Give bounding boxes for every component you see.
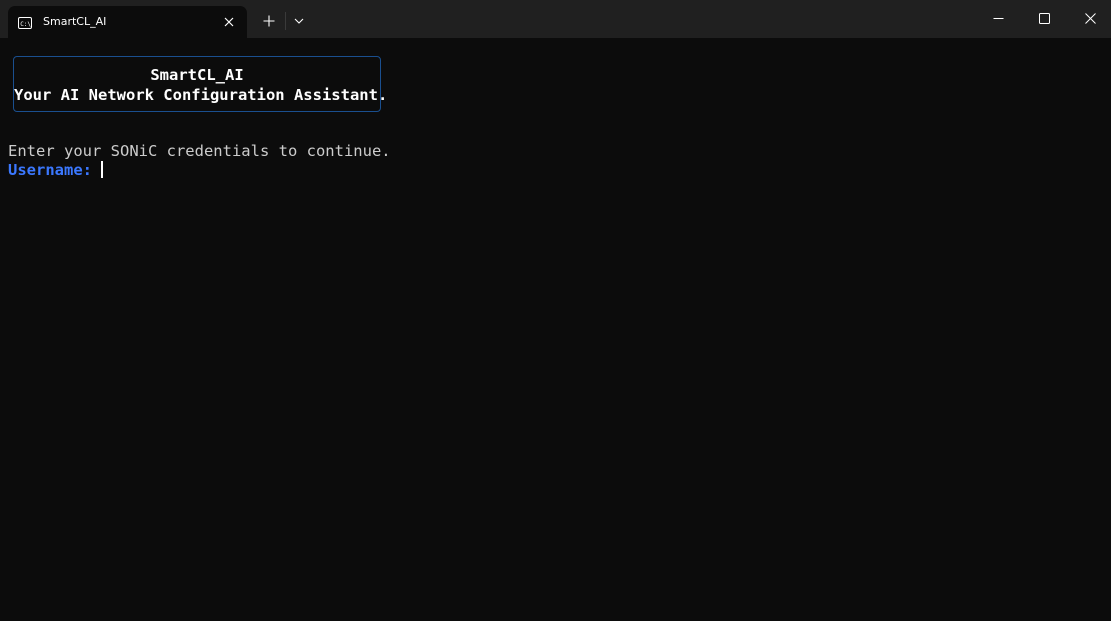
banner-subtitle: Your AI Network Configuration Assistant. [14, 86, 388, 104]
terminal-window: C:\ SmartCL_AI SmartCL_AI Your AI Networ… [0, 0, 1111, 621]
close-icon[interactable] [1067, 0, 1111, 36]
banner-title: SmartCL_AI [150, 66, 244, 84]
tab-title: SmartCL_AI [43, 15, 107, 28]
app-banner: SmartCL_AI Your AI Network Configuration… [13, 56, 388, 112]
text-cursor [101, 161, 103, 178]
close-tab-icon[interactable] [221, 14, 237, 30]
plus-icon[interactable] [257, 9, 281, 33]
username-label: Username: [8, 161, 92, 179]
tab-smartcl-ai[interactable]: C:\ SmartCL_AI [8, 6, 247, 38]
credentials-prompt: Enter your SONiC credentials to continue… [8, 142, 391, 160]
maximize-icon[interactable] [1021, 0, 1067, 36]
username-input-line[interactable]: Username: [8, 160, 103, 180]
svg-text:C:\: C:\ [20, 21, 31, 28]
title-bar: C:\ SmartCL_AI [0, 0, 1111, 38]
chevron-down-icon[interactable] [289, 9, 309, 33]
terminal-output[interactable]: SmartCL_AI Your AI Network Configuration… [0, 38, 1111, 621]
minimize-icon[interactable] [975, 0, 1021, 36]
tab-separator [285, 12, 286, 30]
terminal-icon: C:\ [18, 15, 32, 29]
